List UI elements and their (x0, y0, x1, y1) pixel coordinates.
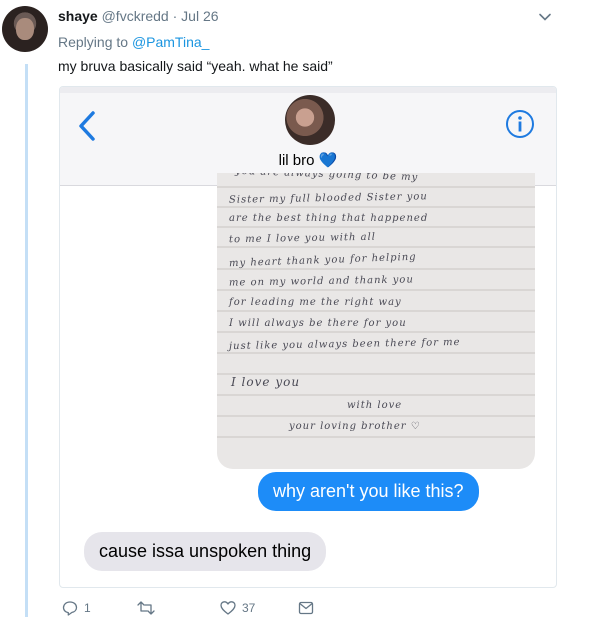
letter-line: your loving brother ♡ (289, 421, 421, 432)
like-button[interactable]: 37 (220, 600, 255, 616)
envelope-icon (298, 601, 314, 615)
contact-avatar (285, 95, 335, 145)
replying-to-line: Replying to @PamTina_ (58, 34, 209, 50)
replying-to-prefix: Replying to (58, 34, 132, 50)
tweet-text: my bruva basically said “yeah. what he s… (58, 58, 333, 74)
handwritten-letter-photo: you are always going to be my Sister my … (217, 173, 535, 469)
heart-icon (220, 601, 236, 615)
thread-connector-line (25, 64, 28, 617)
contact-name: lil bro 💙 (60, 151, 556, 169)
retweet-button[interactable] (136, 600, 162, 616)
sent-message-bubble: why aren't you like this? (258, 472, 479, 511)
reply-count: 1 (84, 601, 91, 615)
contact-name-text: lil bro (278, 152, 315, 169)
display-name[interactable]: shaye (58, 8, 98, 24)
letter-line: for leading me the right way (229, 297, 402, 308)
replying-to-link[interactable]: @PamTina_ (132, 34, 210, 50)
blue-heart-emoji: 💙 (318, 152, 338, 169)
received-message-bubble: cause issa unspoken thing (84, 532, 327, 571)
imessage-header: lil bro 💙 (60, 87, 556, 186)
reply-icon (62, 601, 78, 616)
tweet-media-image[interactable]: lil bro 💙 you are always going to be my … (59, 86, 557, 588)
avatar[interactable] (2, 6, 48, 52)
letter-line: I will always be there for you (229, 318, 407, 329)
reply-button[interactable]: 1 (62, 600, 91, 616)
letter-line: I love you (231, 375, 301, 389)
separator-dot: · (172, 8, 178, 24)
back-chevron-icon (79, 111, 95, 141)
tweet-actions: 1 37 (58, 600, 358, 617)
direct-message-button[interactable] (298, 600, 314, 616)
letter-line: are the best thing that happened (229, 213, 429, 224)
retweet-icon (137, 601, 155, 615)
like-count: 37 (242, 601, 256, 615)
letter-line: with love (347, 400, 403, 411)
chevron-down-icon[interactable] (538, 10, 552, 24)
tweet-date[interactable]: Jul 26 (181, 8, 218, 24)
info-icon (506, 110, 534, 138)
user-handle[interactable]: @fvckredd (102, 8, 169, 24)
status-bar (60, 87, 556, 93)
tweet-header: shaye @fvckredd · Jul 26 (58, 8, 219, 24)
